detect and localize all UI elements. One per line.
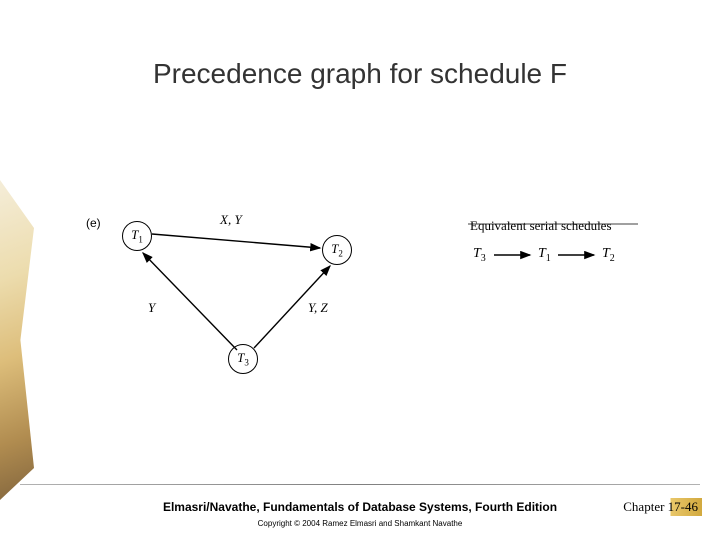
chapter-label: Chapter 17-46: [623, 498, 702, 516]
footer-text: Elmasri/Navathe, Fundamentals of Databas…: [0, 500, 720, 514]
footer-divider: [20, 484, 700, 485]
copyright-text: Copyright © 2004 Ramez Elmasri and Shamk…: [0, 519, 720, 528]
slide: Precedence graph for schedule F (e) T1 T…: [0, 0, 720, 540]
equivalent-serial-underline: [468, 222, 643, 226]
graph-arrows: [0, 0, 720, 540]
equivalent-serial-title: Equivalent serial schedules: [470, 218, 612, 234]
serial-arrows: [470, 245, 630, 265]
